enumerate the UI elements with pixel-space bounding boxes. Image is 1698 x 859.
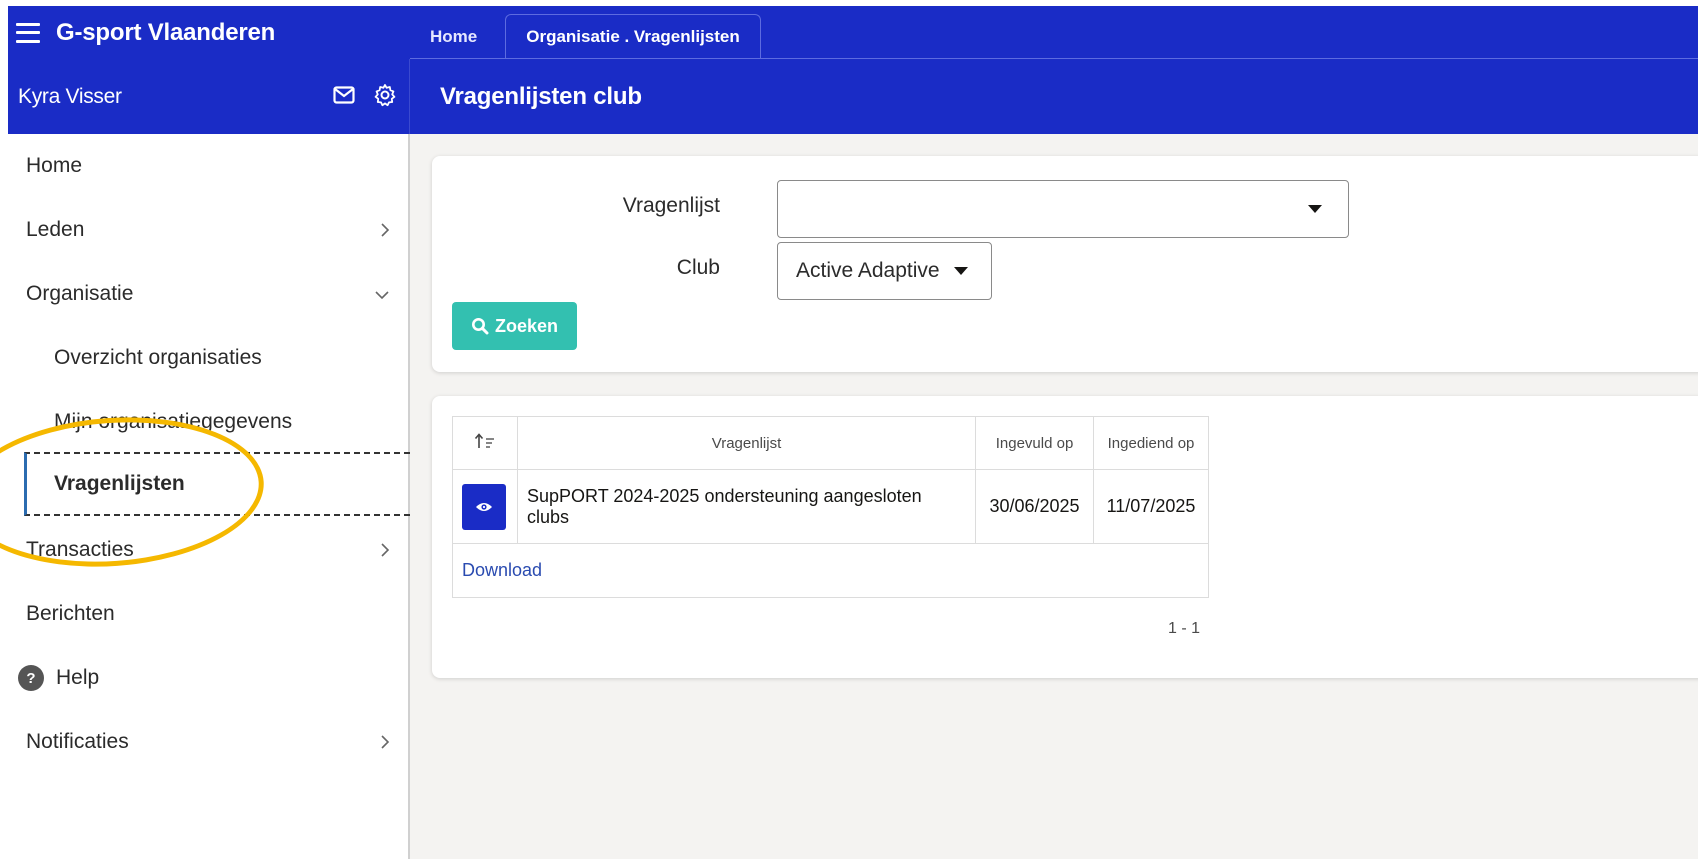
sidebar-item-label: Berichten bbox=[26, 602, 115, 625]
sort-column-header[interactable] bbox=[452, 416, 518, 470]
column-header-ingevuld-op[interactable]: Ingevuld op bbox=[975, 416, 1094, 470]
page-header: Vragenlijsten club bbox=[440, 59, 642, 134]
cell-ingediend-op: 11/07/2025 bbox=[1093, 469, 1209, 544]
sidebar-item-mijn-organisatiegegevens[interactable]: Mijn organisatiegegevens bbox=[0, 390, 410, 454]
tab-home[interactable]: Home bbox=[410, 14, 497, 59]
search-icon bbox=[471, 318, 489, 335]
user-name: Kyra Visser bbox=[18, 84, 122, 108]
caret-down-icon bbox=[1308, 205, 1322, 213]
chevron-down-icon bbox=[375, 291, 389, 300]
sidebar: Home Leden Organisatie Overzicht organis… bbox=[0, 134, 410, 859]
main-content: Vragenlijst Club Active Adaptive Zoeken bbox=[410, 134, 1698, 859]
download-row: Download bbox=[452, 543, 1209, 598]
sidebar-item-notificaties[interactable]: Notificaties bbox=[0, 710, 410, 774]
chevron-right-icon bbox=[381, 735, 390, 749]
gear-icon[interactable] bbox=[373, 83, 397, 107]
sidebar-item-label: Organisatie bbox=[26, 282, 134, 305]
sidebar-item-label: Vragenlijsten bbox=[54, 472, 185, 495]
download-link[interactable]: Download bbox=[462, 560, 542, 580]
download-cell: Download bbox=[452, 543, 1209, 598]
sidebar-item-help[interactable]: ? Help bbox=[0, 646, 410, 710]
brand: G-sport Vlaanderen bbox=[8, 6, 410, 59]
cell-ingevuld-op: 30/06/2025 bbox=[975, 469, 1094, 544]
sidebar-item-transacties[interactable]: Transacties bbox=[0, 518, 410, 582]
tab-organisatie-vragenlijsten-label: Organisatie . Vragenlijsten bbox=[526, 27, 740, 46]
view-button[interactable] bbox=[462, 483, 506, 530]
chevron-right-icon bbox=[381, 543, 390, 557]
vragenlijst-select[interactable] bbox=[777, 180, 1349, 238]
results-panel: Vragenlijst Ingevuld op Ingediend op Sup… bbox=[432, 396, 1698, 678]
hamburger-icon[interactable] bbox=[16, 22, 40, 43]
sidebar-item-berichten[interactable]: Berichten bbox=[0, 582, 410, 646]
pagination-info: 1 - 1 bbox=[1168, 620, 1201, 637]
cell-vragenlijst: SupPORT 2024-2025 ondersteuning aangeslo… bbox=[516, 469, 977, 544]
sidebar-item-label: Notificaties bbox=[26, 730, 129, 753]
sidebar-item-home[interactable]: Home bbox=[0, 134, 410, 198]
caret-down-icon bbox=[953, 267, 968, 275]
chevron-right-icon bbox=[381, 223, 390, 237]
vragenlijst-label: Vragenlijst bbox=[622, 194, 720, 217]
column-header-vragenlijst[interactable]: Vragenlijst bbox=[516, 416, 977, 470]
tab-bar: Home Organisatie . Vragenlijsten bbox=[410, 6, 761, 59]
sidebar-item-label: Home bbox=[26, 154, 83, 177]
zoeken-button-label: Zoeken bbox=[494, 315, 559, 336]
zoeken-button[interactable]: Zoeken bbox=[452, 302, 577, 350]
table-row: SupPORT 2024-2025 ondersteuning aangeslo… bbox=[452, 469, 1209, 544]
search-panel: Vragenlijst Club Active Adaptive Zoeken bbox=[432, 156, 1698, 372]
tab-organisatie-vragenlijsten[interactable]: Organisatie . Vragenlijsten bbox=[505, 14, 761, 59]
club-select[interactable]: Active Adaptive bbox=[777, 242, 992, 300]
page-title: Vragenlijsten club bbox=[440, 82, 642, 110]
app-title: G-sport Vlaanderen bbox=[56, 18, 276, 46]
sort-icon bbox=[474, 433, 494, 448]
sidebar-item-vragenlijsten[interactable]: Vragenlijsten bbox=[24, 452, 410, 516]
sidebar-item-label: Overzicht organisaties bbox=[54, 346, 262, 369]
mail-icon[interactable] bbox=[333, 86, 355, 104]
sidebar-item-label: Transacties bbox=[26, 538, 134, 561]
sidebar-item-label: Help bbox=[56, 666, 100, 689]
sidebar-item-organisatie[interactable]: Organisatie bbox=[0, 262, 410, 326]
tab-home-label: Home bbox=[430, 26, 478, 46]
column-header-ingediend-op[interactable]: Ingediend op bbox=[1093, 416, 1209, 470]
sidebar-item-label: Mijn organisatiegegevens bbox=[54, 410, 293, 433]
view-cell bbox=[452, 469, 518, 544]
table-header-row: Vragenlijst Ingevuld op Ingediend op bbox=[452, 416, 1209, 470]
sidebar-item-label: Leden bbox=[26, 218, 85, 241]
sidebar-item-overzicht-organisaties[interactable]: Overzicht organisaties bbox=[0, 326, 410, 390]
sidebar-item-leden[interactable]: Leden bbox=[0, 198, 410, 262]
club-select-value: Active Adaptive bbox=[796, 259, 940, 282]
help-icon: ? bbox=[18, 665, 44, 691]
user-bar: Kyra Visser bbox=[8, 59, 410, 134]
club-label: Club bbox=[676, 256, 720, 279]
eye-icon bbox=[476, 502, 492, 511]
user-actions bbox=[333, 83, 397, 107]
results-table: Vragenlijst Ingevuld op Ingediend op Sup… bbox=[452, 416, 1209, 598]
